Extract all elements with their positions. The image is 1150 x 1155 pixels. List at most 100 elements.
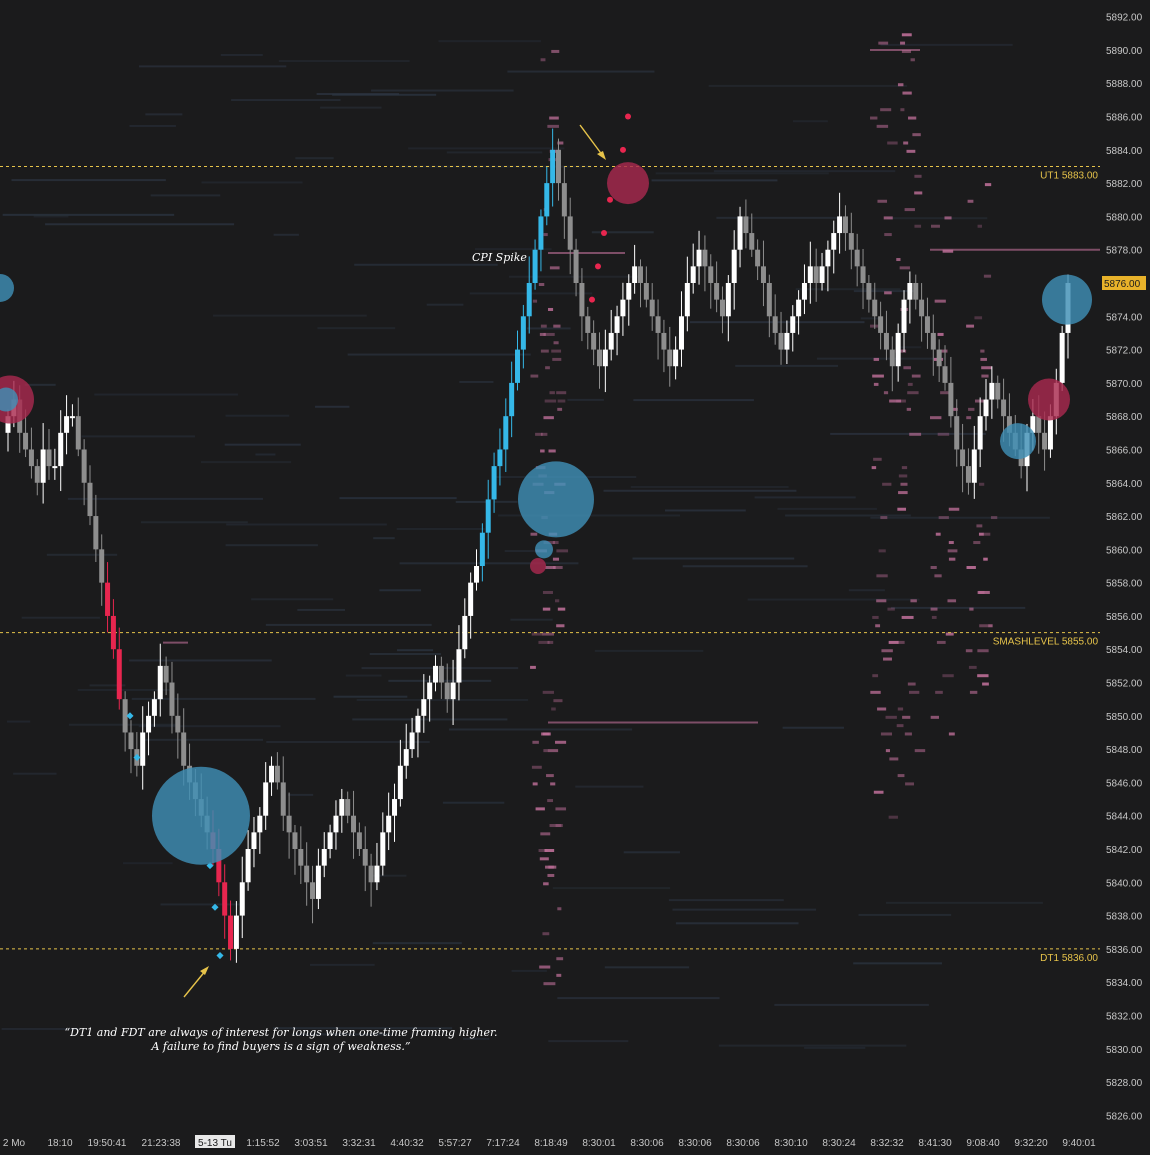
candle-body <box>532 249 538 283</box>
heat-cell <box>968 407 975 411</box>
heat-cell <box>880 108 892 112</box>
level-label-smashlevel: SMASHLEVEL 5855.00 <box>993 637 1099 648</box>
candle-body <box>46 449 52 467</box>
candle-body <box>1001 399 1007 417</box>
heat-cell <box>907 382 913 386</box>
heat-cell <box>543 233 548 237</box>
heat-cell <box>540 449 545 453</box>
candle-body <box>538 216 544 250</box>
heat-cell <box>914 191 923 195</box>
heat-cell <box>542 732 551 736</box>
heat-cell <box>543 416 554 420</box>
heat-cell <box>944 216 952 220</box>
price-tick-label: 5838.00 <box>1106 912 1143 923</box>
liquidity-line <box>594 649 704 652</box>
heat-cell <box>878 41 889 45</box>
liquidity-line <box>718 1044 907 1047</box>
heat-cell <box>877 199 888 203</box>
heat-cell <box>897 774 905 778</box>
heat-cell <box>557 399 566 403</box>
candle-body <box>345 799 351 816</box>
heat-cell <box>983 532 991 536</box>
candle-body <box>837 216 843 234</box>
candle-body <box>731 249 737 283</box>
candle-body <box>995 382 1001 400</box>
heat-cell <box>548 449 556 453</box>
heat-cell <box>974 316 983 320</box>
price-tick-label: 5858.00 <box>1106 579 1143 590</box>
liquidity-line <box>777 507 877 510</box>
heat-cell <box>539 857 549 861</box>
liquidity-line <box>567 398 604 401</box>
heat-cell <box>966 566 976 569</box>
chart-svg[interactable]: UT1 5883.00 SMASHLEVEL 5855.00 DT1 5836.00… <box>0 0 1150 1150</box>
candle-body <box>866 283 872 300</box>
heat-cell <box>979 624 989 628</box>
heat-cell <box>872 615 879 619</box>
liquidity-line <box>150 194 221 197</box>
heat-cell <box>553 324 561 328</box>
liquidity-line <box>890 606 1026 609</box>
liquidity-line <box>122 862 173 865</box>
candle-body <box>608 332 614 350</box>
heat-cell <box>981 374 989 378</box>
heat-cell <box>902 715 911 719</box>
time-tick-label: 7:17:24 <box>486 1138 520 1149</box>
heat-cell <box>935 690 943 694</box>
liquidity-line <box>455 500 490 503</box>
heat-cell <box>912 133 921 137</box>
liquidity-line <box>145 113 183 116</box>
candle-body <box>737 216 743 250</box>
heat-cell <box>550 782 556 786</box>
liquidity-line <box>11 179 166 182</box>
heat-cell <box>897 707 904 711</box>
liquidity-line <box>129 659 272 662</box>
price-chart[interactable]: UT1 5883.00 SMASHLEVEL 5855.00 DT1 5836.00… <box>0 0 1150 1150</box>
heat-cell <box>897 507 907 511</box>
heat-cell <box>910 599 917 603</box>
candle-body <box>310 882 316 899</box>
liquidity-line <box>77 688 171 691</box>
candle-body <box>87 482 93 517</box>
heat-cell <box>980 357 987 361</box>
heat-cell <box>911 374 921 378</box>
time-tick-label: 19:50:41 <box>88 1138 127 1149</box>
heat-cell <box>976 524 983 528</box>
time-tick-label: 5-13 Tu <box>198 1138 232 1149</box>
candle-body <box>772 316 778 333</box>
heat-cell <box>538 849 548 852</box>
heat-cell <box>557 407 563 411</box>
candle-body <box>626 283 632 300</box>
liquidity-line <box>213 314 367 317</box>
candle-body <box>292 832 298 849</box>
time-tick-label: 8:30:24 <box>822 1138 856 1149</box>
liquidity-line <box>526 327 571 330</box>
chart-background <box>0 0 1150 1150</box>
liquidity-line <box>220 53 263 56</box>
candle-body <box>842 216 848 234</box>
sell-marker <box>589 296 595 303</box>
candle-body <box>116 649 122 700</box>
volume-bubble <box>607 162 649 205</box>
heat-cell <box>547 873 555 877</box>
liquidity-line <box>278 60 410 63</box>
candle-body <box>725 283 731 317</box>
candle-body <box>977 416 983 450</box>
candle-body <box>936 349 942 367</box>
candle-body <box>719 299 725 317</box>
liquidity-line <box>848 589 885 592</box>
heat-cell <box>532 740 539 744</box>
heat-cell <box>907 391 919 395</box>
candle-body <box>438 665 444 683</box>
time-tick-label: 8:32:32 <box>870 1138 904 1149</box>
liquidity-line <box>438 40 541 43</box>
heat-cell <box>908 116 917 120</box>
liquidity-line <box>13 772 57 775</box>
candle-body <box>596 349 602 367</box>
heat-cell <box>551 349 562 353</box>
liquidity-line <box>379 589 422 592</box>
heat-cell <box>896 399 906 403</box>
liquidity-line <box>295 157 334 160</box>
time-tick-label: 3:32:31 <box>342 1138 376 1149</box>
heat-cell <box>544 399 557 403</box>
